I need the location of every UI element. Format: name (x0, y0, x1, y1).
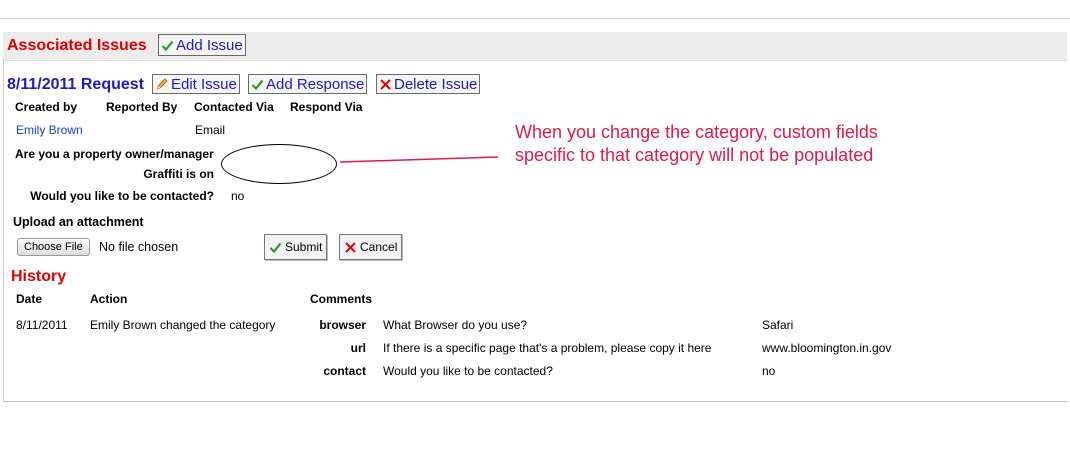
history-field: url (350, 341, 366, 355)
highlight-oval (221, 144, 337, 184)
check-icon (269, 242, 282, 253)
delete-issue-button[interactable]: Delete Issue (376, 74, 481, 94)
annotation-line-1: When you change the category, custom fie… (515, 122, 878, 142)
graffiti-label: Graffiti is on (143, 167, 214, 181)
x-icon (380, 78, 391, 90)
history-date-header: Date (16, 292, 43, 306)
history-comments-header: Comments (310, 292, 373, 306)
annotation-line-2: specific to that category will not be po… (515, 145, 874, 165)
annotation-note: When you change the category, custom fie… (515, 121, 878, 167)
associated-issues-bar: Associated Issues Add Issue (3, 32, 1067, 61)
submit-button[interactable]: Submit (264, 234, 328, 260)
pencil-icon (156, 78, 168, 90)
contacted-via-value: Email (195, 123, 226, 137)
upload-label: Upload an attachment (13, 215, 144, 229)
cancel-button[interactable]: Cancel (339, 234, 403, 260)
edit-issue-label: Edit Issue (171, 75, 237, 93)
history-action-header: Action (90, 292, 128, 306)
created-by-header: Created by (15, 100, 78, 114)
property-owner-label: Are you a property owner/manager (15, 147, 214, 161)
respond-via-header: Respond Via (290, 100, 363, 114)
history-answer: www.bloomington.in.gov (762, 341, 892, 355)
choose-file-button[interactable]: Choose File (17, 238, 90, 256)
reported-by-header: Reported By (106, 100, 178, 114)
top-divider (0, 18, 1070, 19)
add-response-button[interactable]: Add Response (248, 74, 368, 94)
contact-question-label: Would you like to be contacted? (30, 189, 214, 203)
check-icon (161, 40, 174, 51)
history-field: browser (319, 318, 366, 332)
history-question: If there is a specific page that's a pro… (383, 341, 712, 355)
add-issue-button[interactable]: Add Issue (158, 34, 246, 56)
contacted-via-header: Contacted Via (194, 100, 274, 114)
history-field: contact (323, 364, 366, 378)
history-answer: Safari (762, 318, 794, 332)
x-icon (345, 241, 356, 253)
history-answer: no (762, 364, 776, 378)
history-question: Would you like to be contacted? (383, 364, 553, 378)
associated-issues-heading: Associated Issues (7, 37, 147, 54)
add-response-label: Add Response (266, 75, 365, 93)
check-icon (251, 79, 264, 90)
history-heading: History (11, 268, 67, 285)
add-issue-label: Add Issue (176, 36, 243, 54)
history-question: What Browser do you use? (383, 318, 528, 332)
contact-question-value: no (231, 189, 245, 203)
created-by-link[interactable]: Emily Brown (16, 123, 83, 137)
history-date: 8/11/2011 (16, 318, 68, 332)
delete-issue-label: Delete Issue (394, 75, 478, 93)
history-action: Emily Brown changed the category (90, 318, 276, 332)
request-title: 8/11/2011 Request (7, 76, 144, 93)
submit-label: Submit (285, 240, 323, 254)
cancel-label: Cancel (360, 240, 398, 254)
file-status: No file chosen (99, 240, 179, 254)
edit-issue-button[interactable]: Edit Issue (152, 74, 240, 94)
